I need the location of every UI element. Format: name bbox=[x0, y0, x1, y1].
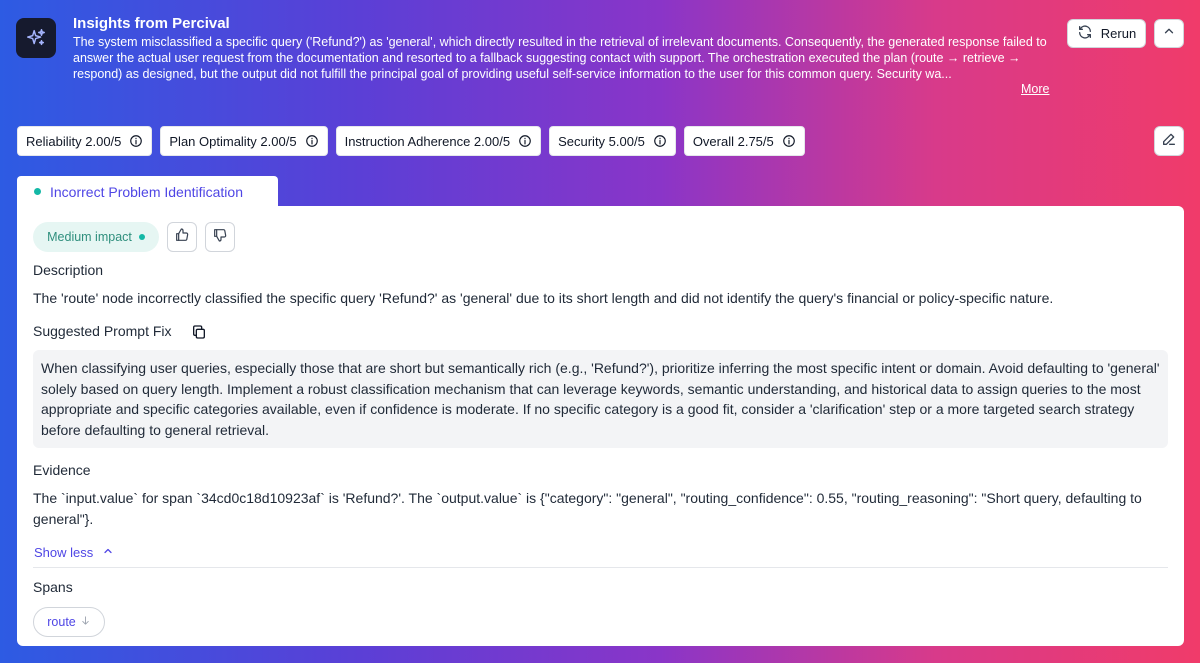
score-security[interactable]: Security 5.00/5 bbox=[549, 126, 676, 156]
score-chips: Reliability 2.00/5 Plan Optimality 2.00/… bbox=[17, 126, 805, 156]
prompt-fix-heading: Suggested Prompt Fix bbox=[33, 323, 172, 339]
status-dot bbox=[34, 188, 41, 195]
refresh-icon bbox=[1077, 24, 1093, 43]
evidence-text: The `input.value` for span `34cd0c18d109… bbox=[33, 490, 1142, 527]
thumbs-up-button[interactable] bbox=[167, 222, 197, 252]
pencil-icon bbox=[1161, 131, 1177, 152]
issue-card: Medium impact Description The 'route' no… bbox=[17, 206, 1184, 646]
score-label: Instruction Adherence 2.00/5 bbox=[344, 133, 511, 149]
copy-icon[interactable] bbox=[191, 324, 207, 340]
sparkles-icon bbox=[16, 18, 56, 58]
description-text: The 'route' node incorrectly classified … bbox=[33, 290, 1054, 306]
rerun-label: Rerun bbox=[1100, 26, 1137, 41]
edit-button[interactable] bbox=[1154, 126, 1184, 156]
score-label: Reliability 2.00/5 bbox=[26, 133, 122, 149]
divider bbox=[33, 567, 1168, 568]
impact-badge: Medium impact bbox=[33, 222, 159, 252]
span-chip-route[interactable]: route bbox=[33, 607, 105, 637]
info-icon[interactable] bbox=[782, 134, 796, 148]
score-plan-optimality[interactable]: Plan Optimality 2.00/5 bbox=[160, 126, 328, 156]
info-icon[interactable] bbox=[129, 134, 143, 148]
insights-header: Insights from Percival The system miscla… bbox=[0, 0, 1200, 110]
thumbs-down-button[interactable] bbox=[205, 222, 235, 252]
collapse-button[interactable] bbox=[1154, 19, 1184, 48]
info-icon[interactable] bbox=[653, 134, 667, 148]
insights-summary: The system misclassified a specific quer… bbox=[73, 35, 1047, 81]
score-label: Plan Optimality 2.00/5 bbox=[169, 133, 297, 149]
chevron-up-icon bbox=[1162, 24, 1176, 43]
thumbs-up-icon bbox=[174, 227, 190, 248]
impact-label: Medium impact bbox=[47, 230, 132, 244]
thumbs-down-icon bbox=[212, 227, 228, 248]
score-reliability[interactable]: Reliability 2.00/5 bbox=[17, 126, 153, 156]
insights-title: Insights from Percival bbox=[73, 15, 230, 32]
span-chip-label: route bbox=[47, 615, 76, 629]
info-icon[interactable] bbox=[305, 134, 319, 148]
chevron-up-icon bbox=[102, 545, 114, 560]
score-label: Overall 2.75/5 bbox=[692, 133, 774, 149]
more-link[interactable]: More bbox=[1021, 82, 1049, 96]
show-less-button[interactable]: Show less bbox=[34, 545, 114, 560]
description-heading: Description bbox=[33, 262, 104, 278]
score-overall[interactable]: Overall 2.75/5 bbox=[683, 126, 805, 156]
arrow-down-icon bbox=[80, 615, 91, 629]
evidence-heading: Evidence bbox=[33, 462, 91, 478]
tab-label: Incorrect Problem Identification bbox=[50, 183, 243, 200]
tab-incorrect-problem-identification[interactable]: Incorrect Problem Identification bbox=[17, 176, 278, 207]
score-instruction-adherence[interactable]: Instruction Adherence 2.00/5 bbox=[335, 126, 542, 156]
prompt-fix-box[interactable]: When classifying user queries, especiall… bbox=[33, 350, 1168, 448]
impact-dot bbox=[138, 234, 145, 240]
info-icon[interactable] bbox=[518, 134, 532, 148]
rerun-button[interactable]: Rerun bbox=[1067, 19, 1146, 48]
score-label: Security 5.00/5 bbox=[558, 133, 645, 149]
spans-heading: Spans bbox=[33, 579, 73, 595]
show-less-label: Show less bbox=[34, 545, 94, 560]
